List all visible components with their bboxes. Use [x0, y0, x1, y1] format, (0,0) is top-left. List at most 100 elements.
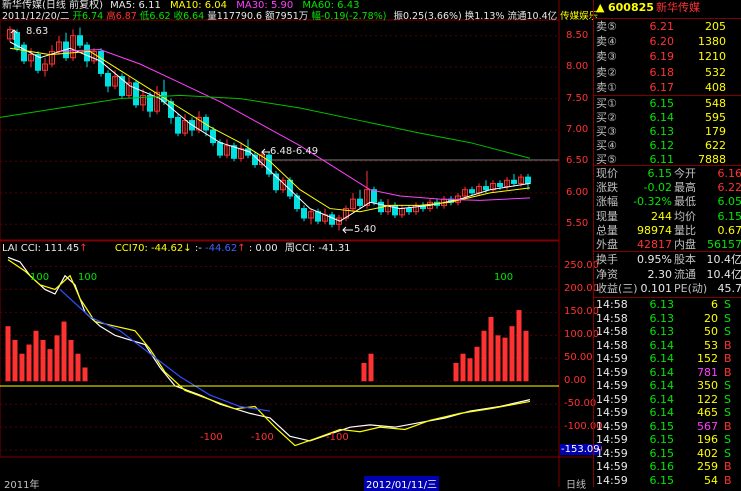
ask-row: 卖⑤ 6.21 205: [594, 19, 741, 35]
tick-row[interactable]: 14:59 6.15 402 S: [594, 447, 741, 460]
up-arrow-icon-2: ↑: [237, 243, 246, 254]
tick-side: S: [724, 379, 731, 392]
high-price-mark: 8.63: [26, 26, 49, 37]
cci-bar: [40, 339, 46, 382]
kline-chart-area[interactable]: 新华传媒(日线 前复权) MA5: 6.11 MA10: 6.04 MA30: …: [0, 0, 603, 491]
bar-low: 低6.62: [139, 11, 171, 22]
bar-info-line: 2011/12/20/二 开6.74 高6.87 低6.62 收6.64 量11…: [2, 11, 598, 23]
tick-row[interactable]: 14:59 6.14 152 B: [594, 352, 741, 365]
tick-volume: 50: [704, 325, 718, 338]
bar-amount: 额7951万: [265, 11, 309, 22]
candle-body: [497, 182, 503, 188]
cci-lines: [7, 256, 531, 447]
low-arrow-icon: [342, 226, 353, 234]
cci-bar: [523, 330, 529, 382]
ask-price: 6.19: [649, 50, 675, 64]
cci-minus100-label-c: -100: [326, 432, 349, 443]
bar-float: 流通10.4亿: [507, 11, 558, 22]
tick-time: 14:58: [596, 338, 628, 352]
candle-body: [525, 176, 531, 184]
cci-line-white: [7, 256, 531, 442]
tick-volume: 54: [704, 473, 718, 487]
tick-time: 14:59: [596, 365, 628, 379]
cci-bar: [68, 339, 74, 382]
cci-bar: [26, 344, 32, 382]
tick-side: S: [724, 433, 731, 446]
fund-row: 收益(三) 0.101 PE(动) 45.7: [594, 281, 741, 297]
fund-label: PE(动): [674, 282, 708, 295]
cci-bar: [495, 335, 501, 382]
tick-volume: 20: [704, 311, 718, 325]
tick-volume: 781: [697, 365, 718, 379]
tick-side: B: [724, 419, 732, 433]
ask-row: 卖④ 6.20 1380: [594, 34, 741, 50]
candle-body: [217, 142, 223, 156]
tick-row[interactable]: 14:59 6.16 259 B: [594, 460, 741, 473]
tick-side: S: [724, 311, 731, 325]
tick-time: 14:58: [596, 311, 628, 325]
ma5-label: MA5: 6.11: [110, 0, 161, 11]
tick-price: 6.15: [649, 473, 675, 487]
date-label-start: 2011年: [4, 480, 40, 491]
price-axis-tick: 7.50: [566, 92, 589, 104]
cci-bar: [82, 367, 88, 382]
cci-bar: [361, 362, 367, 382]
tick-volume: 567: [697, 419, 718, 433]
bar-turnover: 换1.13%: [464, 11, 505, 22]
tick-row[interactable]: 14:58 6.13 6 S: [594, 298, 741, 311]
tick-row[interactable]: 14:58 6.14 53 B: [594, 339, 741, 352]
cci-minus100-label-b: -100: [251, 432, 274, 443]
price-axis-tick: 8.50: [566, 29, 589, 41]
tick-row[interactable]: 14:58 6.13 20 S: [594, 312, 741, 325]
lai-cci-label: LAI CCI: 111.45: [2, 243, 80, 254]
cci-bar: [5, 326, 11, 382]
tick-side: S: [724, 406, 731, 419]
fund-value: 45.7: [717, 282, 741, 295]
price-axis-tick: 8.00: [566, 61, 589, 73]
tick-price: 6.14: [649, 365, 675, 379]
cci-bar: [509, 326, 515, 382]
period-label[interactable]: 日线: [566, 476, 586, 491]
ask-price: 6.18: [649, 65, 675, 79]
tick-row[interactable]: 14:59 6.14 122 S: [594, 393, 741, 406]
tick-row[interactable]: 14:59 6.15 54 B: [594, 474, 741, 487]
ask-label: 卖⑤: [596, 20, 617, 33]
tick-time: 14:59: [596, 352, 628, 365]
cci-histogram: [5, 310, 529, 382]
tick-time: 14:59: [596, 433, 628, 446]
tick-row[interactable]: 14:59 6.15 196 S: [594, 433, 741, 446]
bar-close: 收6.64: [173, 11, 205, 22]
tick-time: 14:58: [596, 298, 628, 311]
tick-row[interactable]: 14:59 6.15 567 B: [594, 420, 741, 433]
ask-label: 卖④: [596, 35, 617, 49]
cci-bar: [481, 330, 487, 382]
tick-row[interactable]: 14:58 6.13 50 S: [594, 325, 741, 338]
cci-100-label-mid: 100: [78, 272, 98, 283]
tick-volume: 122: [697, 392, 718, 406]
cci-bar: [453, 362, 459, 382]
stock-name-label: 新华传媒(日线 前复权): [2, 0, 103, 11]
tick-row[interactable]: 14:59 6.14 350 S: [594, 379, 741, 392]
ask-row: 卖① 6.17 408: [594, 80, 741, 96]
tick-row[interactable]: 14:59 6.14 465 S: [594, 406, 741, 419]
tick-side: B: [724, 352, 732, 365]
tick-price: 6.14: [649, 352, 675, 365]
cci-bar: [460, 353, 466, 382]
cci-bar: [12, 339, 18, 382]
candle-body: [98, 50, 104, 74]
price-axis-tick: 7.00: [566, 124, 589, 135]
cci-axis-tick: 50.00: [564, 352, 593, 364]
fund-value: 0.101: [640, 282, 673, 295]
bar-open: 开6.74: [72, 11, 104, 22]
cci-100-label-right: 100: [494, 272, 514, 283]
tick-time: 14:59: [596, 473, 628, 487]
week-cci-label: 周CCI: -41.31: [284, 243, 351, 254]
low-price-mark: 5.40: [354, 224, 377, 235]
stock-terminal-window: 新华传媒(日线 前复权) MA5: 6.11 MA10: 6.04 MA30: …: [0, 0, 741, 491]
tick-row[interactable]: 14:59 6.14 781 B: [594, 366, 741, 379]
bar-change: 幅-0.19(-2.78%): [311, 11, 387, 22]
tick-side: B: [724, 473, 732, 487]
candle-body: [105, 72, 111, 87]
candle-body: [511, 179, 517, 184]
y-label: -44.62: [205, 243, 238, 254]
